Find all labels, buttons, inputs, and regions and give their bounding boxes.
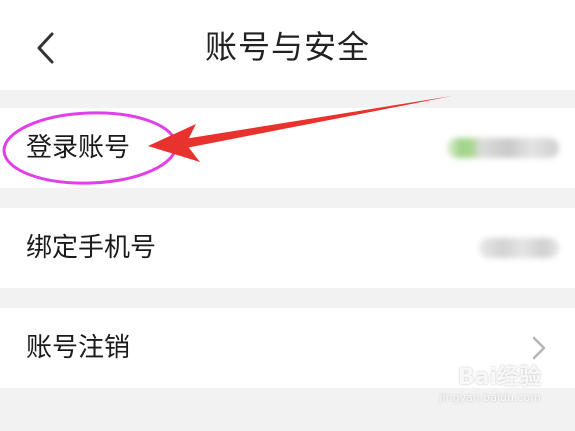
login-account-value xyxy=(447,136,559,160)
watermark-url: jingyan.baidu.com xyxy=(439,391,541,404)
cancel-account-label: 账号注销 xyxy=(26,333,131,363)
bind-phone-label: 绑定手机号 xyxy=(26,233,157,263)
bind-phone-value xyxy=(479,236,559,260)
login-account-row[interactable]: 登录账号 xyxy=(0,108,575,188)
bind-phone-row[interactable]: 绑定手机号 xyxy=(0,208,575,288)
blurred-account-value xyxy=(447,138,559,158)
page-title: 账号与安全 xyxy=(204,28,370,66)
login-account-label: 登录账号 xyxy=(26,133,131,163)
chevron-right-icon xyxy=(531,334,547,362)
cancel-account-row[interactable]: 账号注销 xyxy=(0,308,575,388)
top-bar: 账号与安全 xyxy=(0,0,575,90)
blurred-phone-value xyxy=(479,238,559,258)
